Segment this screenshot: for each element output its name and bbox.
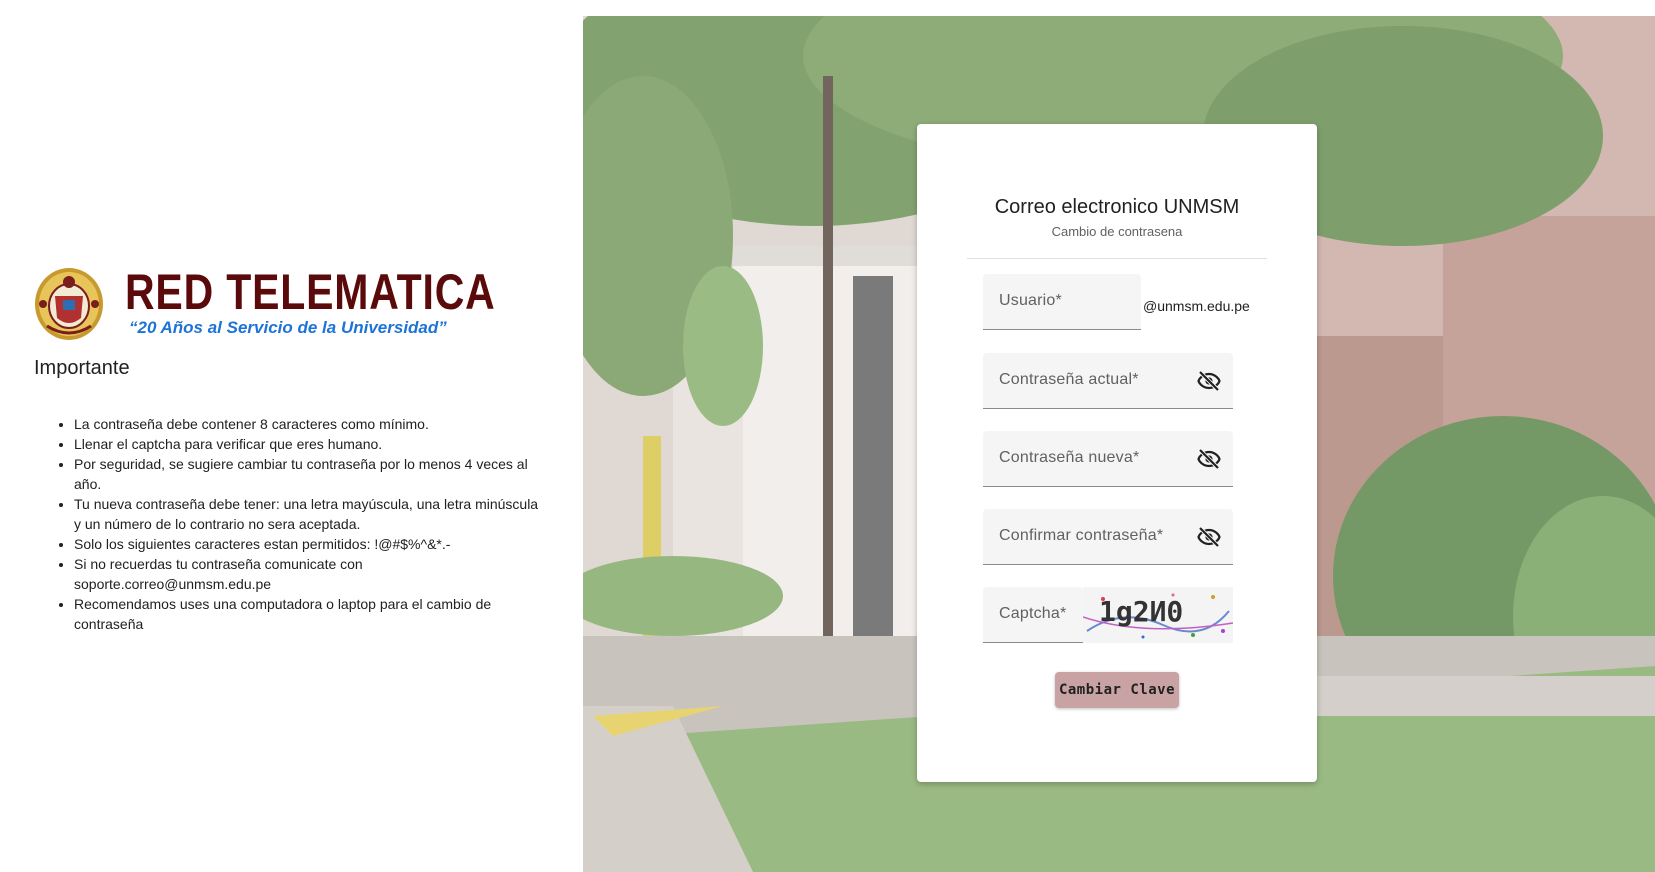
current-password-field[interactable]: Contraseña actual* (983, 353, 1233, 409)
requirements-list: La contraseña debe contener 8 caracteres… (56, 414, 546, 634)
list-item: Si no recuerdas tu contraseña comunicate… (74, 554, 546, 594)
username-label: Usuario* (999, 292, 1062, 309)
university-crest-logo (35, 268, 103, 340)
captcha-field[interactable]: Captcha* (983, 587, 1083, 643)
change-password-button[interactable]: Cambiar Clave (1055, 672, 1179, 708)
info-panel: RED TELEMATICA “20 Años al Servicio de l… (0, 0, 583, 872)
list-item: Recomendamos uses una computadora o lapt… (74, 594, 546, 634)
eye-off-icon[interactable] (1197, 447, 1221, 471)
new-password-label: Contraseña nueva* (999, 449, 1140, 466)
list-item: Solo los siguientes caracteres estan per… (74, 534, 546, 554)
email-domain-suffix: @unmsm.edu.pe (1143, 298, 1250, 314)
eye-off-icon[interactable] (1197, 525, 1221, 549)
list-item: Llenar el captcha para verificar que ere… (74, 434, 546, 454)
username-field[interactable]: Usuario* (983, 274, 1141, 330)
new-password-field[interactable]: Contraseña nueva* (983, 431, 1233, 487)
brand-slogan: “20 Años al Servicio de la Universidad” (129, 318, 447, 337)
current-password-label: Contraseña actual* (999, 371, 1139, 388)
captcha-text: 1g2И0 (1099, 595, 1183, 628)
card-subtitle: Cambio de contrasena (1051, 224, 1183, 239)
confirm-password-field[interactable]: Confirmar contraseña* (983, 509, 1233, 565)
confirm-password-label: Confirmar contraseña* (999, 527, 1164, 544)
list-item: Por seguridad, se sugiere cambiar tu con… (74, 454, 546, 494)
list-item: Tu nueva contraseña debe tener: una letr… (74, 494, 546, 534)
captcha-label: Captcha* (999, 605, 1067, 622)
password-change-card: Correo electronico UNMSM Cambio de contr… (917, 124, 1317, 782)
card-title: Correo electronico UNMSM (994, 196, 1240, 218)
important-heading: Importante (34, 357, 130, 379)
brand-header: RED TELEMATICA “20 Años al Servicio de l… (33, 266, 577, 342)
brand-title: RED TELEMATICA (125, 264, 496, 320)
divider (967, 258, 1267, 259)
list-item: La contraseña debe contener 8 caracteres… (74, 414, 546, 434)
eye-off-icon[interactable] (1197, 369, 1221, 393)
captcha-image: 1g2И0 (1083, 587, 1233, 643)
